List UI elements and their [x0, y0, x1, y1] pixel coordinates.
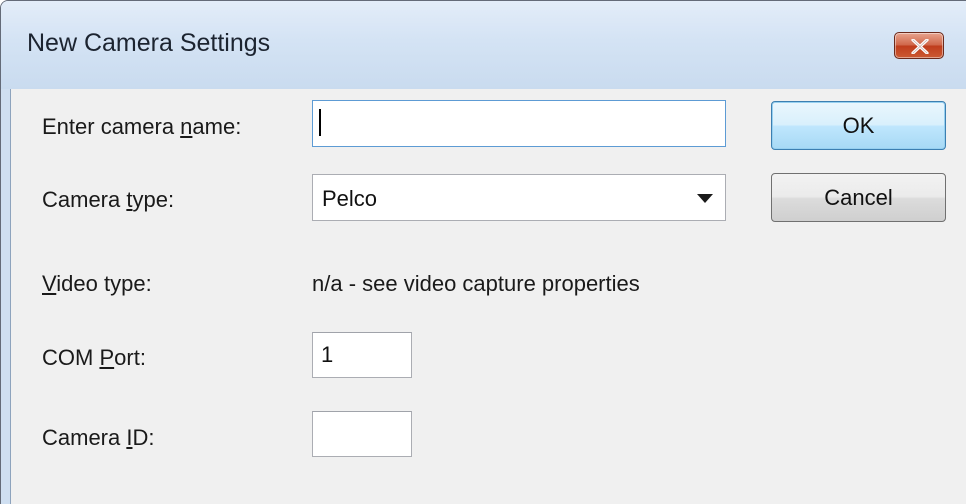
- camera-id-label: Camera ID:: [42, 425, 154, 451]
- com-port-label-text-end: ort:: [114, 345, 146, 370]
- title-bar[interactable]: New Camera Settings: [1, 1, 966, 89]
- camera-type-label-text: Camera: [42, 187, 127, 212]
- camera-name-label-text: Enter camera: [42, 114, 181, 139]
- com-port-label-text: COM: [42, 345, 100, 370]
- close-x-icon: [911, 39, 929, 54]
- camera-id-input[interactable]: [312, 411, 412, 457]
- camera-name-label: Enter camera name:: [42, 114, 241, 140]
- camera-id-label-text-end: D:: [132, 425, 155, 450]
- camera-type-label: Camera type:: [42, 187, 174, 213]
- com-port-input[interactable]: [312, 332, 412, 378]
- video-type-label: Video type:: [42, 271, 152, 297]
- com-port-label: COM Port:: [42, 345, 146, 371]
- camera-type-selected-value: Pelco: [322, 186, 378, 211]
- camera-name-label-text-end: ame:: [192, 114, 242, 139]
- window-title: New Camera Settings: [27, 29, 271, 57]
- close-button[interactable]: [894, 32, 944, 59]
- text-caret: [319, 109, 321, 136]
- camera-id-label-text: Camera: [42, 425, 127, 450]
- camera-type-label-text-end: ype:: [132, 187, 175, 212]
- camera-name-input[interactable]: [312, 100, 726, 147]
- cancel-button[interactable]: Cancel: [771, 173, 946, 222]
- com-port-label-mnemonic: P: [99, 345, 115, 370]
- dropdown-arrow-icon: [697, 194, 713, 203]
- camera-name-label-mnemonic: n: [180, 114, 193, 139]
- ok-button[interactable]: OK: [771, 101, 946, 150]
- video-type-value: n/a - see video capture properties: [312, 271, 640, 296]
- dialog-window: New Camera Settings Enter camera name: C…: [0, 0, 966, 504]
- video-type-label-mnemonic: V: [42, 271, 57, 296]
- camera-type-select[interactable]: Pelco: [312, 174, 726, 221]
- video-type-label-text: ideo type:: [56, 271, 152, 296]
